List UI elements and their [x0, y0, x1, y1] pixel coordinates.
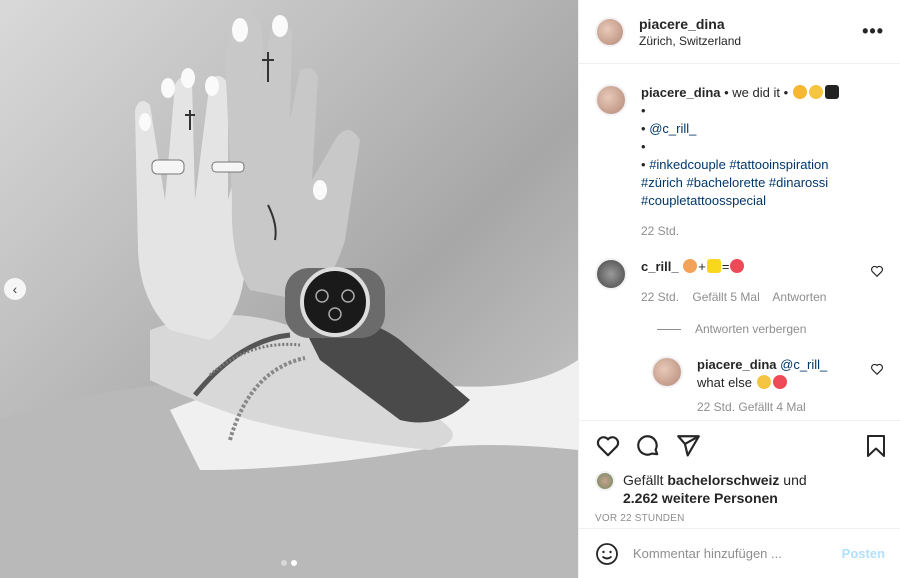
caption-bullet: • — [641, 103, 646, 118]
caption-mention[interactable]: @c_rill_ — [649, 121, 696, 136]
post-header: piacere_dina Zürich, Switzerland ••• — [579, 0, 900, 64]
smirk-emoji-icon — [756, 375, 771, 389]
caption: piacere_dina • we did it • • • @c_rill_ … — [595, 84, 884, 240]
likes-connector: und — [779, 472, 807, 488]
post-sidebar: piacere_dina Zürich, Switzerland ••• pia… — [578, 0, 900, 578]
slide-dot-active — [291, 560, 297, 566]
caption-username[interactable]: piacere_dina — [641, 85, 721, 100]
reply-comment: piacere_dina @c_rill_ what else 22 Std. … — [651, 356, 884, 416]
reply-meta: 22 Std. Gefällt 4 Mal — [697, 400, 806, 414]
likes-count[interactable]: 2.262 weitere Personen — [623, 490, 778, 506]
comment-equals: = — [721, 259, 730, 274]
likes-summary: Gefällt bachelorschweiz und 2.262 weiter… — [595, 471, 888, 507]
comment-reply-button[interactable]: Antworten — [772, 290, 826, 304]
header-location[interactable]: Zürich, Switzerland — [639, 34, 862, 48]
emoji-smiley-icon[interactable] — [595, 542, 619, 566]
like-comment-heart-icon[interactable] — [870, 264, 884, 278]
comment-username[interactable]: c_rill_ — [641, 259, 679, 274]
instagram-post: ‹ piacere_dina Zürich, Switzerland ••• p… — [0, 0, 900, 578]
caption-bullet: • — [641, 121, 646, 136]
red-heart-icon — [730, 259, 745, 273]
caption-bullet: • — [641, 157, 646, 172]
reply-mention[interactable]: @c_rill_ — [780, 357, 827, 372]
comment-plus: + — [698, 259, 706, 274]
more-options-icon[interactable]: ••• — [862, 21, 884, 42]
likes-prefix: Gefällt — [623, 472, 668, 488]
comment-bubble-icon[interactable] — [635, 433, 661, 459]
like-reply-heart-icon[interactable] — [870, 362, 884, 376]
avatar[interactable] — [595, 84, 627, 116]
caption-bullet: • — [641, 139, 646, 154]
red-heart-icon — [772, 375, 787, 389]
hide-replies-label: Antworten verbergen — [695, 322, 807, 336]
post-photo[interactable]: ‹ — [0, 0, 578, 578]
caption-text: • we did it • — [720, 85, 792, 100]
save-bookmark-icon[interactable] — [864, 433, 888, 459]
hands-photo-illustration — [0, 13, 578, 578]
slide-dot — [281, 560, 287, 566]
caption-hashtags[interactable]: #coupletattoosspecial — [641, 192, 884, 210]
cheese-emoji-icon — [706, 259, 721, 273]
caption-hashtags[interactable]: #zürich #bachelorette #dinarossi — [641, 174, 884, 192]
wink-emoji-icon — [808, 85, 823, 99]
comment-likes[interactable]: Gefällt 5 Mal — [692, 290, 759, 304]
peach-emoji-icon — [683, 259, 698, 273]
post-timestamp[interactable]: VOR 22 STUNDEN — [595, 513, 888, 524]
black-heart-icon — [824, 85, 839, 99]
previous-slide-button[interactable]: ‹ — [4, 278, 26, 300]
avatar[interactable] — [595, 16, 625, 47]
comment: c_rill_ + = 22 Std. Gefällt 5 Mal Antwort… — [595, 258, 884, 306]
reply-text: what else — [697, 375, 752, 390]
caption-time[interactable]: 22 Std. — [641, 222, 884, 240]
likes-user[interactable]: bachelorschweiz — [667, 472, 779, 488]
comment-time[interactable]: 22 Std. — [641, 290, 679, 304]
comment-input[interactable] — [633, 546, 842, 561]
comments-section: piacere_dina • we did it • • • @c_rill_ … — [579, 64, 900, 420]
hide-replies-button[interactable]: Antworten verbergen — [657, 320, 884, 338]
grin-emoji-icon — [792, 85, 807, 99]
share-plane-icon[interactable] — [675, 433, 701, 459]
post-comment-button[interactable]: Posten — [842, 546, 885, 561]
avatar[interactable] — [651, 356, 683, 388]
add-comment-bar: Posten — [579, 528, 900, 578]
header-username[interactable]: piacere_dina — [639, 16, 862, 32]
slide-indicator — [0, 560, 578, 566]
avatar[interactable] — [595, 471, 615, 491]
caption-hashtags[interactable]: #inkedcouple #tattooinspiration — [649, 157, 828, 172]
reply-username[interactable]: piacere_dina — [697, 357, 777, 372]
avatar[interactable] — [595, 258, 627, 290]
like-heart-icon[interactable] — [595, 433, 621, 459]
